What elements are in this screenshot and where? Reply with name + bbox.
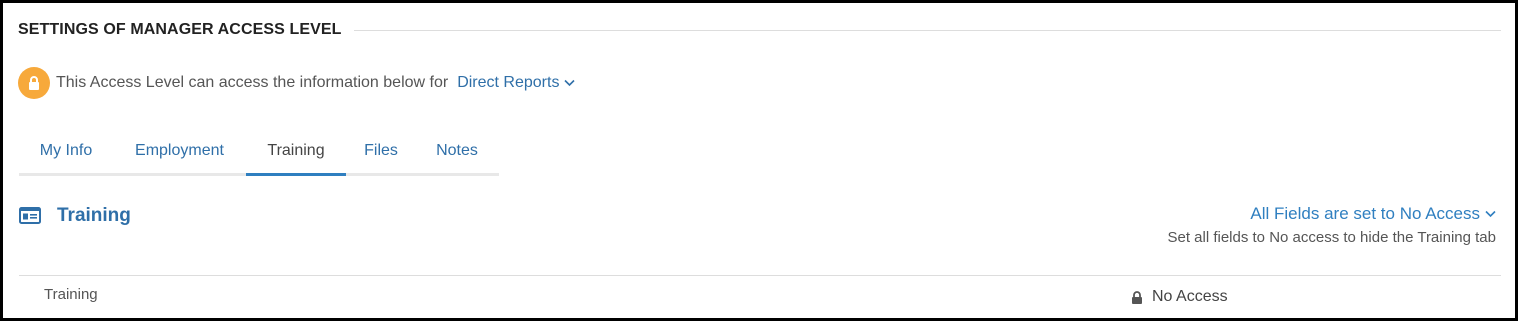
field-access-dropdown[interactable]: No Access — [1131, 288, 1228, 306]
settings-panel: SETTINGS OF MANAGER ACCESS LEVEL This Ac… — [0, 0, 1518, 321]
tab-notes[interactable]: Notes — [416, 129, 498, 173]
chevron-down-icon — [564, 79, 576, 87]
tab-my-info[interactable]: My Info — [19, 129, 113, 173]
scope-dropdown[interactable]: Direct Reports — [457, 74, 576, 92]
field-name: Training — [44, 286, 98, 303]
tab-bar: My Info Employment Training Files Notes — [19, 129, 499, 176]
tab-files[interactable]: Files — [346, 129, 416, 173]
page-title: SETTINGS OF MANAGER ACCESS LEVEL — [18, 21, 342, 38]
all-fields-hint: Set all fields to No access to hide the … — [1167, 229, 1496, 246]
section-title: Training — [57, 205, 131, 226]
scope-dropdown-label: Direct Reports — [457, 74, 560, 91]
chevron-down-icon — [1485, 210, 1496, 218]
field-access-label: No Access — [1152, 288, 1228, 305]
divider — [19, 275, 1501, 276]
access-description: This Access Level can access the informa… — [56, 74, 449, 91]
all-fields-access-dropdown[interactable]: All Fields are set to No Access — [1250, 204, 1496, 224]
access-scope-row: This Access Level can access the informa… — [18, 66, 576, 100]
lock-icon — [1132, 290, 1142, 304]
all-fields-label: All Fields are set to No Access — [1250, 204, 1480, 223]
lock-icon — [18, 67, 50, 99]
tab-training[interactable]: Training — [246, 129, 346, 176]
tab-employment[interactable]: Employment — [113, 129, 246, 173]
title-divider — [353, 29, 1501, 31]
section-header: SETTINGS OF MANAGER ACCESS LEVEL — [18, 19, 1501, 41]
id-card-icon — [19, 207, 41, 224]
